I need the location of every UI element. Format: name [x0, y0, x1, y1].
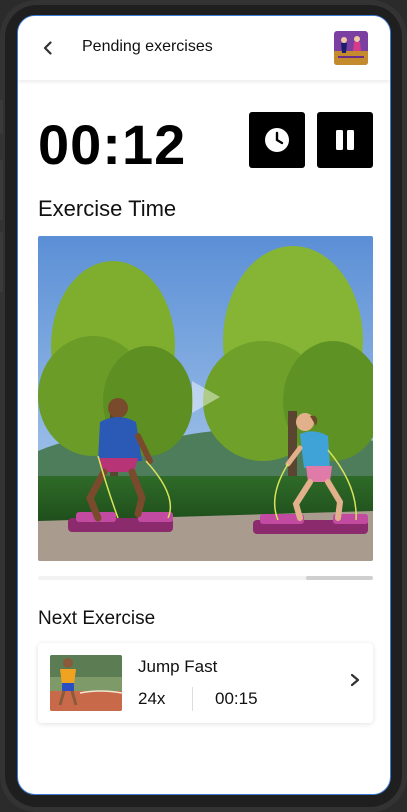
- exercise-progress-bar[interactable]: [38, 576, 373, 580]
- avatar[interactable]: [334, 31, 368, 65]
- side-button: [0, 100, 3, 134]
- exercise-video[interactable]: [38, 236, 373, 561]
- clock-icon: [265, 128, 289, 152]
- side-button: [0, 232, 3, 292]
- next-exercise-duration: 00:15: [215, 689, 258, 708]
- next-exercise-name: Jump Fast: [138, 657, 218, 676]
- chevron-right-icon: [350, 673, 360, 687]
- page-title: Pending exercises: [82, 38, 213, 55]
- clock-button[interactable]: [249, 112, 305, 168]
- exercise-progress-fill: [306, 576, 373, 580]
- app-screen: Pending exercises 00:12 Exercise Time Ne…: [17, 15, 391, 795]
- divider: [192, 687, 193, 711]
- exercise-timer: 00:12: [38, 113, 187, 176]
- pause-button[interactable]: [317, 112, 373, 168]
- back-button[interactable]: [36, 36, 60, 60]
- chevron-left-icon: [43, 41, 52, 55]
- next-exercise-thumbnail: [50, 655, 122, 711]
- next-exercise-reps: 24x: [138, 689, 166, 708]
- next-exercise-heading: Next Exercise: [38, 608, 156, 629]
- exercise-time-heading: Exercise Time: [38, 196, 177, 221]
- app-bar: Pending exercises: [18, 16, 390, 80]
- pause-icon: [336, 130, 354, 150]
- phone-frame: Pending exercises 00:12 Exercise Time Ne…: [0, 0, 407, 812]
- next-exercise-card[interactable]: Jump Fast 24x 00:15: [38, 643, 373, 723]
- side-button: [0, 160, 3, 220]
- play-icon[interactable]: [188, 379, 222, 415]
